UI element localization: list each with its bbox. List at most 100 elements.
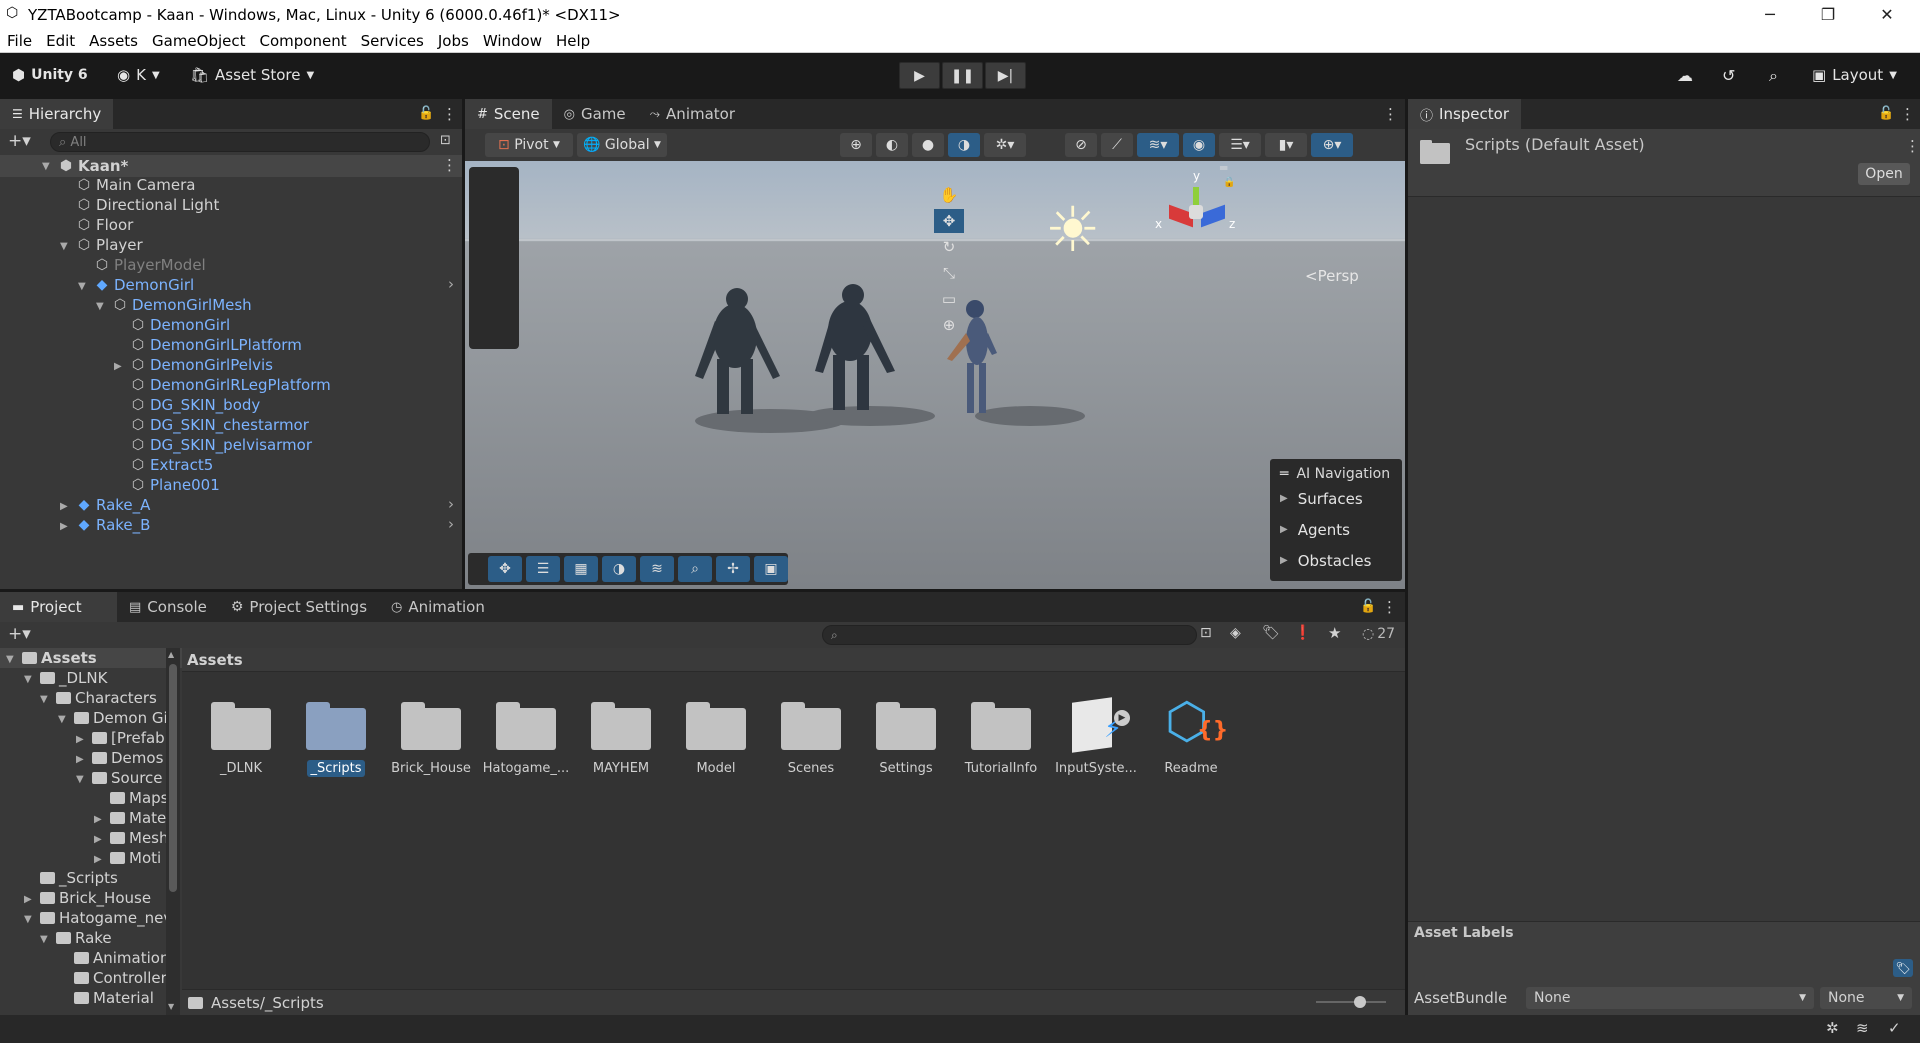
- project-search-input[interactable]: ⌕: [822, 625, 1197, 645]
- ai-nav-agents[interactable]: ▶ Agents: [1280, 514, 1392, 545]
- visibility-eye-icon[interactable]: ◉: [1183, 133, 1215, 157]
- expand-arrow-icon[interactable]: ▼: [60, 241, 68, 252]
- more-options-icon[interactable]: ⋮: [1905, 137, 1920, 155]
- shading-icon[interactable]: ◑: [602, 556, 636, 582]
- navigate-icon[interactable]: ✢: [716, 556, 750, 582]
- drag-handle-icon[interactable]: ═: [1280, 466, 1288, 482]
- scene-root[interactable]: ⬢ Kaan*: [58, 156, 129, 176]
- lock-icon[interactable]: 🔓: [1878, 106, 1894, 121]
- layers-icon[interactable]: ≋: [640, 556, 674, 582]
- cloud-icon[interactable]: ☁: [1677, 66, 1693, 85]
- tree-item-rake-b[interactable]: ◆ Rake_B: [76, 515, 151, 535]
- lock-icon[interactable]: 🔒: [1223, 177, 1235, 188]
- tree-folder-animation[interactable]: Animation: [74, 948, 169, 968]
- asset-readme[interactable]: ⬡ {} Readme: [1146, 696, 1236, 777]
- global-dropdown[interactable]: 🌐 Global ▼: [577, 133, 667, 157]
- tree-folder-brick-house[interactable]: Brick_House: [40, 888, 151, 908]
- chevron-right-icon[interactable]: ›: [448, 275, 454, 293]
- tree-item-dg-skin-chestarmor[interactable]: ⬡ DG_SKIN_chestarmor: [130, 415, 309, 435]
- expand-arrow-icon[interactable]: ▼: [76, 774, 84, 785]
- assetbundle-dropdown[interactable]: None ▼: [1526, 987, 1814, 1009]
- lock-icon[interactable]: 🔓: [418, 106, 434, 121]
- history-icon[interactable]: ↺: [1722, 66, 1735, 85]
- tree-item-demongirl-child[interactable]: ⬡ DemonGirl: [130, 315, 230, 335]
- favorites-star-icon[interactable]: ★: [1328, 624, 1341, 642]
- collapse-arrow-icon[interactable]: ▶: [60, 501, 68, 512]
- tree-item-demongirlpelvis[interactable]: ⬡ DemonGirlPelvis: [130, 355, 273, 375]
- play-button[interactable]: ▶: [899, 62, 940, 89]
- add-object-button[interactable]: +▾: [8, 131, 31, 151]
- asset-folder-mayhem[interactable]: MAYHEM: [576, 700, 666, 777]
- tree-item-main-camera[interactable]: ⬡ Main Camera: [76, 175, 196, 195]
- tab-game[interactable]: ◎ Game: [552, 99, 638, 129]
- tree-folder-maps[interactable]: Maps: [110, 788, 168, 808]
- menu-component[interactable]: Component: [253, 32, 354, 50]
- drag-handle-icon[interactable]: ═: [1220, 161, 1227, 175]
- menu-file[interactable]: File: [0, 32, 39, 50]
- collapse-arrow-icon[interactable]: ▶: [60, 521, 68, 532]
- tree-folder-mesh[interactable]: Mesh: [110, 828, 169, 848]
- move-snap-icon[interactable]: ✥: [488, 556, 522, 582]
- tab-project-settings[interactable]: ⚙ Project Settings: [219, 592, 379, 622]
- menu-jobs[interactable]: Jobs: [431, 32, 476, 50]
- more-options-icon[interactable]: ⋮: [1900, 105, 1915, 123]
- tree-item-dg-skin-body[interactable]: ⬡ DG_SKIN_body: [130, 395, 260, 415]
- expand-arrow-icon[interactable]: ▼: [40, 934, 48, 945]
- close-button[interactable]: ✕: [1864, 0, 1910, 29]
- collapse-arrow-icon[interactable]: ▶: [76, 754, 84, 765]
- orientation-gizmo[interactable]: y x z 🔒: [1155, 169, 1241, 243]
- audio-mute-icon[interactable]: ⊘: [1065, 133, 1097, 157]
- user-account-dropdown[interactable]: ◉ K ▼: [117, 66, 160, 84]
- collapse-arrow-icon[interactable]: ▶: [94, 854, 102, 865]
- more-options-icon[interactable]: ⋮: [1382, 598, 1397, 616]
- tree-folder-scripts[interactable]: _Scripts: [40, 868, 118, 888]
- camera-icon[interactable]: ▣: [754, 556, 788, 582]
- collapse-arrow-icon[interactable]: ▶: [94, 834, 102, 845]
- scene-layers-icon[interactable]: ≋▾: [1137, 133, 1179, 157]
- layers-dropdown-icon[interactable]: ☰▾: [1219, 133, 1261, 157]
- filter-by-label-icon[interactable]: 🏷: [1262, 625, 1280, 641]
- asset-folder-scripts[interactable]: _Scripts: [291, 700, 381, 777]
- ai-nav-surfaces[interactable]: ▶ Surfaces: [1280, 483, 1392, 514]
- tab-inspector[interactable]: ⓘ Inspector: [1408, 99, 1521, 129]
- move-tool-icon[interactable]: ✥: [934, 209, 964, 233]
- expand-arrow-icon[interactable]: ▼: [42, 161, 50, 172]
- hidden-packages-toggle[interactable]: ◌ 27: [1362, 626, 1395, 642]
- chevron-right-icon[interactable]: ›: [448, 495, 454, 513]
- open-button[interactable]: Open: [1858, 163, 1910, 185]
- progress-check-icon[interactable]: ✓: [1888, 1019, 1901, 1037]
- tree-item-floor[interactable]: ⬡ Floor: [76, 215, 133, 235]
- debug-bug-icon[interactable]: ✲: [1826, 1019, 1839, 1037]
- tree-item-demongirl-prefab[interactable]: ◆ DemonGirl: [94, 275, 195, 295]
- tab-animator[interactable]: ⤳ Animator: [638, 99, 747, 129]
- align-icon[interactable]: ☰: [526, 556, 560, 582]
- scene-viewport[interactable]: ✋ ✥ ↻ ⤡ ▭ ⊕ ☀ y x z 🔒 ═ <Persp ═ AI Navi…: [465, 161, 1405, 589]
- more-options-icon[interactable]: ⋮: [1383, 105, 1398, 123]
- layout-dropdown[interactable]: ▣ Layout ▼: [1812, 66, 1897, 84]
- menu-window[interactable]: Window: [476, 32, 549, 50]
- tree-item-player[interactable]: ⬡ Player: [76, 235, 143, 255]
- tree-item-plane001[interactable]: ⬡ Plane001: [130, 475, 220, 495]
- expand-arrow-icon[interactable]: ▼: [24, 674, 32, 685]
- tree-folder-material[interactable]: Material: [74, 988, 154, 1008]
- minimize-button[interactable]: ─: [1747, 0, 1793, 29]
- collapse-arrow-icon[interactable]: ▶: [76, 734, 84, 745]
- asset-folder-tutorialinfo[interactable]: TutorialInfo: [956, 700, 1046, 777]
- tab-project[interactable]: ▬ Project: [0, 592, 117, 622]
- draw-mode-shaded-wireframe-icon[interactable]: ◐: [876, 133, 908, 157]
- tree-item-rake-a[interactable]: ◆ Rake_A: [76, 495, 151, 515]
- tab-scene[interactable]: # Scene: [465, 99, 552, 129]
- expand-arrow-icon[interactable]: ▼: [78, 281, 86, 292]
- maximize-button[interactable]: ❐: [1805, 0, 1851, 29]
- grid-snap-icon[interactable]: ▦: [564, 556, 598, 582]
- expand-arrow-icon[interactable]: ▼: [24, 914, 32, 925]
- directional-light-icon[interactable]: ☀: [1045, 199, 1101, 261]
- tree-item-demongirlmesh[interactable]: ⬡ DemonGirlMesh: [112, 295, 252, 315]
- ai-nav-obstacles[interactable]: ▶ Obstacles: [1280, 545, 1392, 576]
- tree-folder-prefab[interactable]: [Prefab: [92, 728, 165, 748]
- menu-help[interactable]: Help: [549, 32, 597, 50]
- tree-scrollbar[interactable]: ▲ ▼: [166, 648, 180, 1015]
- tree-folder-demos[interactable]: Demos: [92, 748, 163, 768]
- hand-tool-icon[interactable]: ✋: [934, 183, 964, 207]
- asset-folder-brick-house[interactable]: Brick_House: [386, 700, 476, 777]
